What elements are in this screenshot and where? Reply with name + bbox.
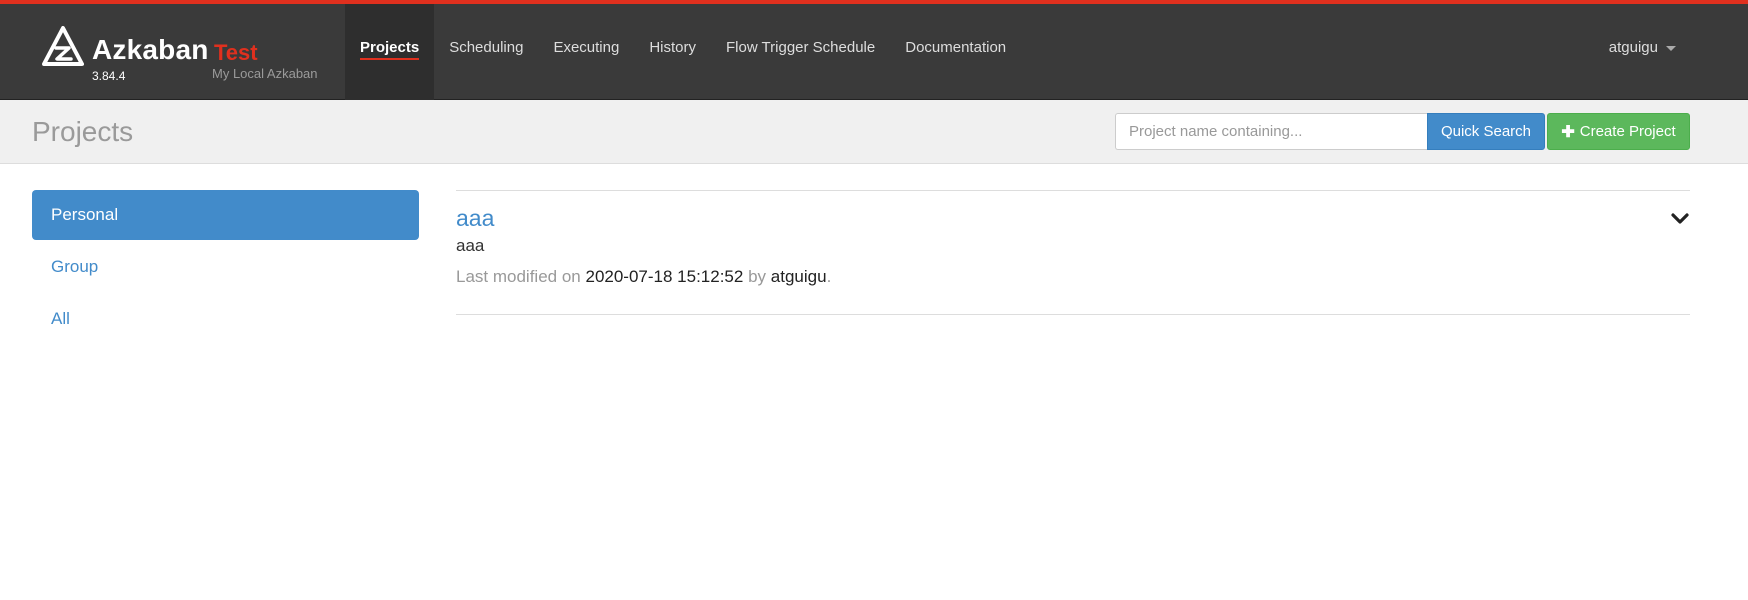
user-name: atguigu <box>1608 39 1658 56</box>
nav-item-projects[interactable]: Projects <box>345 4 435 100</box>
nav-item-executing[interactable]: Executing <box>538 4 634 100</box>
page-title: Projects <box>32 116 134 147</box>
nav-item-label: Projects <box>360 39 420 60</box>
modified-user: atguigu <box>770 267 827 286</box>
sidebar: Personal Group All <box>32 190 419 346</box>
plus-icon: ✚ <box>1561 123 1575 141</box>
brand-version: 3.84.4 <box>92 69 126 83</box>
nav-item-label: History <box>649 39 696 56</box>
search-input[interactable] <box>1115 113 1428 150</box>
brand-name: Azkaban <box>92 34 209 65</box>
modified-by-text: by <box>748 267 767 286</box>
project-description: aaa <box>456 236 485 255</box>
sidebar-item-personal[interactable]: Personal <box>32 190 419 240</box>
nav-item-label: Documentation <box>905 39 1007 56</box>
sidebar-item-all[interactable]: All <box>32 294 419 344</box>
nav-item-documentation[interactable]: Documentation <box>890 4 1021 100</box>
project-modified-info: Last modified on 2020-07-18 15:12:52 by … <box>456 267 1690 287</box>
top-navbar: Azkaban Test 3.84.4 My Local Azkaban Pro… <box>0 0 1748 100</box>
nav-item-scheduling[interactable]: Scheduling <box>434 4 538 100</box>
brand-subtitle: My Local Azkaban <box>212 66 318 81</box>
azkaban-logo-icon <box>42 26 84 66</box>
modified-time: 2020-07-18 15:12:52 <box>585 267 744 286</box>
chevron-down-icon[interactable] <box>1670 209 1690 229</box>
sidebar-item-group[interactable]: Group <box>32 242 419 292</box>
project-list: aaa aaa Last modified on 2020-07-18 15:1… <box>456 190 1690 315</box>
quick-search-button[interactable]: Quick Search <box>1427 113 1545 150</box>
list-item: aaa aaa Last modified on 2020-07-18 15:1… <box>456 191 1690 315</box>
nav-item-label: Executing <box>553 39 620 56</box>
nav-item-label: Scheduling <box>449 39 524 56</box>
nav-item-flow-trigger-schedule[interactable]: Flow Trigger Schedule <box>711 4 890 100</box>
brand[interactable]: Azkaban Test 3.84.4 My Local Azkaban <box>42 24 342 84</box>
brand-environment: Test <box>214 40 258 65</box>
nav-item-history[interactable]: History <box>634 4 711 100</box>
create-project-label: Create Project <box>1579 123 1676 140</box>
modified-prefix: Last modified on <box>456 267 581 286</box>
page-header: Projects Quick Search ✚ Create Project <box>0 100 1748 164</box>
main-nav: Projects Scheduling Executing History Fl… <box>345 4 1021 100</box>
caret-down-icon <box>1666 46 1676 51</box>
modified-end: . <box>826 267 832 286</box>
user-menu[interactable]: atguigu <box>1609 39 1676 56</box>
create-project-button[interactable]: ✚ Create Project <box>1547 113 1690 150</box>
nav-item-label: Flow Trigger Schedule <box>725 39 876 56</box>
project-name-link[interactable]: aaa <box>456 205 494 232</box>
